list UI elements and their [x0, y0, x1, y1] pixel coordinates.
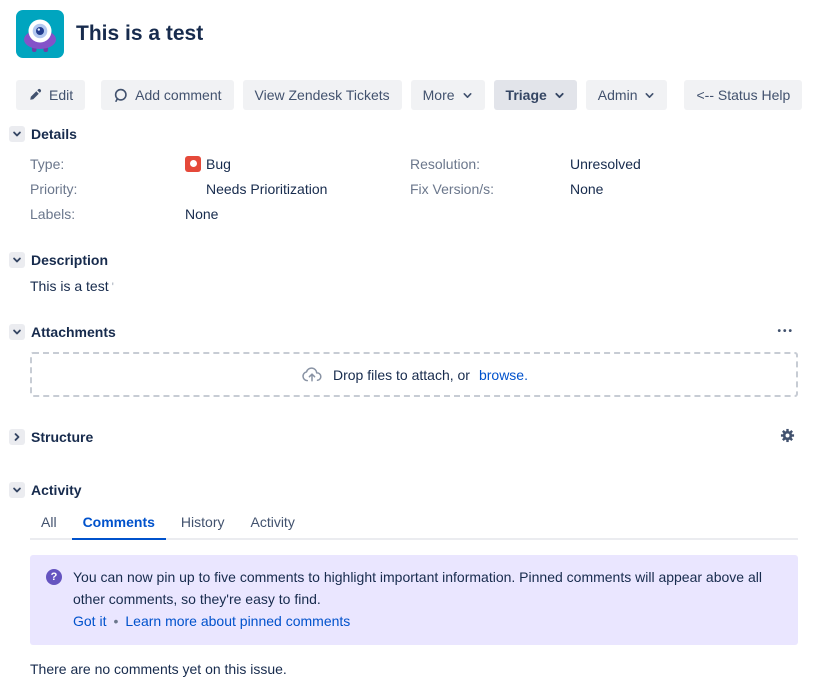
edit-button[interactable]: Edit	[16, 80, 85, 110]
priority-icon-placeholder	[185, 181, 201, 197]
browse-files-link[interactable]: browse.	[479, 367, 528, 383]
admin-button-label: Admin	[598, 87, 638, 103]
dropzone-text: Drop files to attach, or	[333, 367, 470, 383]
description-text-value: This is a test	[30, 278, 109, 294]
priority-value-text: Needs Prioritization	[206, 181, 327, 197]
description-section-title: Description	[31, 252, 108, 268]
structure-settings-button[interactable]	[777, 428, 798, 446]
bug-type-icon	[185, 156, 201, 172]
structure-section-title: Structure	[31, 429, 93, 445]
field-value-resolution: Unresolved	[570, 151, 798, 176]
tab-history[interactable]: History	[170, 510, 236, 540]
details-section: Details Type: Bug Resolution: Unresolved…	[16, 126, 798, 226]
pencil-icon	[28, 88, 42, 102]
learn-more-pinned-comments-link[interactable]: Learn more about pinned comments	[125, 613, 350, 629]
issue-avatar-icon	[16, 10, 64, 58]
triage-status-dropdown-button[interactable]: Triage	[494, 80, 577, 110]
attachments-section-title: Attachments	[31, 324, 116, 340]
details-section-title: Details	[31, 126, 77, 142]
description-collapse-toggle[interactable]	[9, 252, 25, 268]
description-text: This is a test'	[30, 278, 798, 294]
page-title: This is a test	[76, 22, 203, 46]
more-button-label: More	[423, 87, 455, 103]
field-value-labels: None	[185, 201, 410, 226]
got-it-link[interactable]: Got it	[73, 613, 106, 629]
view-zendesk-tickets-label: View Zendesk Tickets	[255, 87, 390, 103]
file-dropzone[interactable]: Drop files to attach, or browse.	[30, 352, 798, 397]
field-value-fix-versions: None	[570, 176, 798, 201]
structure-section: Structure	[16, 428, 798, 446]
labels-value-text: None	[185, 206, 218, 222]
activity-section-title: Activity	[31, 482, 82, 498]
ellipsis-icon: •••	[777, 326, 794, 337]
dot-separator: •	[113, 613, 118, 629]
type-value-text: Bug	[206, 156, 231, 172]
chevron-down-icon	[12, 485, 22, 495]
admin-dropdown-button[interactable]: Admin	[586, 80, 668, 110]
attachments-menu-button[interactable]: •••	[773, 325, 798, 339]
gear-icon	[780, 428, 795, 443]
description-section: Description This is a test'	[16, 252, 798, 294]
no-comments-message: There are no comments yet on this issue.	[30, 661, 798, 677]
chevron-down-icon	[12, 255, 22, 265]
add-comment-button[interactable]: Add comment	[101, 80, 233, 110]
edit-button-label: Edit	[49, 87, 73, 103]
attachments-section: Attachments ••• Drop files to attach, or…	[16, 324, 798, 397]
question-mark-icon: ?	[46, 569, 62, 585]
chevron-down-icon	[554, 90, 565, 101]
activity-collapse-toggle[interactable]	[9, 482, 25, 498]
view-zendesk-tickets-button[interactable]: View Zendesk Tickets	[243, 80, 402, 110]
description-trailing-mark: '	[112, 280, 114, 294]
field-value-priority: Needs Prioritization	[185, 176, 410, 201]
field-label-priority: Priority:	[30, 176, 185, 201]
chevron-right-icon	[12, 432, 22, 442]
structure-expand-toggle[interactable]	[9, 429, 25, 445]
details-field-grid: Type: Bug Resolution: Unresolved Priorit…	[30, 151, 798, 226]
field-label-fix-versions: Fix Version/s:	[410, 176, 570, 201]
toolbar: Edit Add comment View Zendesk Tickets Mo…	[16, 80, 798, 110]
field-label-labels: Labels:	[30, 201, 185, 226]
add-comment-button-label: Add comment	[135, 87, 221, 103]
chevron-down-icon	[644, 90, 655, 101]
pinned-comments-banner: ? You can now pin up to five comments to…	[30, 555, 798, 645]
status-help-button-label: <-- Status Help	[696, 87, 790, 103]
field-label-type: Type:	[30, 151, 185, 176]
status-help-button[interactable]: <-- Status Help	[684, 80, 802, 110]
chevron-down-icon	[12, 327, 22, 337]
activity-section: Activity All Comments History Activity ?…	[16, 482, 798, 677]
activity-tab-bar: All Comments History Activity	[30, 510, 798, 540]
comment-bubble-icon	[113, 88, 128, 103]
banner-message: You can now pin up to five comments to h…	[73, 566, 779, 610]
fix-versions-value-text: None	[570, 181, 603, 197]
attachments-collapse-toggle[interactable]	[9, 324, 25, 340]
resolution-value-text: Unresolved	[570, 156, 641, 172]
jira-issue-page: This is a test Edit Add comment View Zen…	[0, 0, 821, 686]
tab-comments[interactable]: Comments	[72, 510, 166, 540]
chevron-down-icon	[12, 129, 22, 139]
field-value-type: Bug	[185, 151, 410, 176]
more-dropdown-button[interactable]: More	[411, 80, 485, 110]
details-collapse-toggle[interactable]	[9, 126, 25, 142]
chevron-down-icon	[462, 90, 473, 101]
field-label-resolution: Resolution:	[410, 151, 570, 176]
triage-button-label: Triage	[506, 87, 547, 103]
tab-activity[interactable]: Activity	[239, 510, 305, 540]
cloud-upload-icon	[300, 363, 324, 387]
issue-header: This is a test	[16, 10, 798, 58]
tab-all[interactable]: All	[30, 510, 68, 540]
